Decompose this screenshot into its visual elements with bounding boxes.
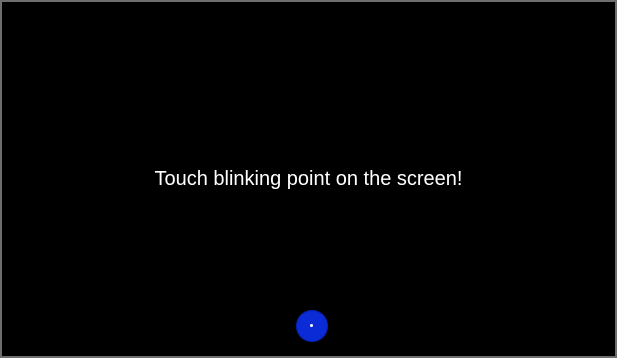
calibration-target-icon[interactable] [296, 310, 328, 342]
calibration-instruction: Touch blinking point on the screen! [154, 168, 463, 190]
target-center-dot [310, 324, 313, 327]
calibration-screen: Touch blinking point on the screen! [0, 0, 617, 358]
